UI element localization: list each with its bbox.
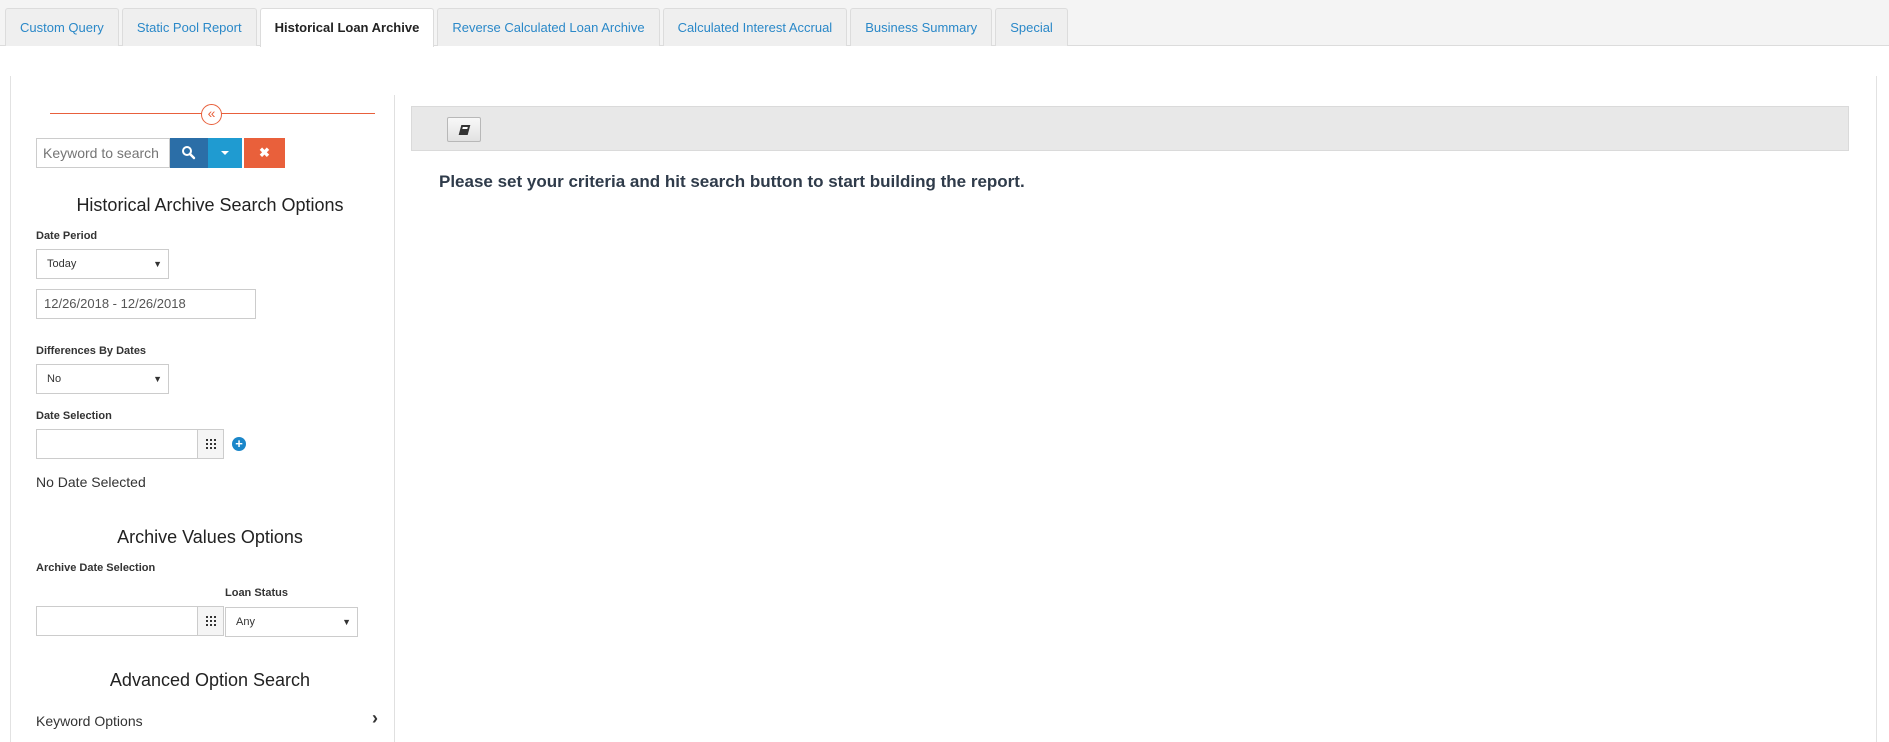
loan-status-value: Any	[236, 616, 255, 628]
caret-down-icon: ▼	[153, 259, 162, 269]
historical-options-title: Historical Archive Search Options	[76, 195, 344, 215]
advanced-option-search-title: Advanced Option Search	[109, 670, 311, 690]
date-period-value: Today	[47, 258, 77, 270]
report-book-button[interactable]	[447, 117, 481, 142]
tab-business-summary[interactable]: Business Summary	[850, 8, 993, 46]
tab-reverse-calculated-loan-archive[interactable]: Reverse Calculated Loan Archive	[437, 8, 660, 46]
search-input[interactable]	[36, 138, 170, 168]
search-options-dropdown-button[interactable]	[208, 138, 242, 168]
differences-by-dates-select[interactable]: No ▼	[36, 364, 169, 394]
calendar-grid-icon	[206, 439, 216, 449]
date-selection-input[interactable]	[36, 429, 198, 459]
differences-by-dates-label: Differences By Dates	[36, 345, 147, 357]
no-date-selected-text: No Date Selected	[36, 474, 146, 490]
tab-calculated-interest-accrual[interactable]: Calculated Interest Accrual	[662, 8, 848, 46]
book-icon	[458, 125, 471, 135]
caret-down-icon	[221, 151, 229, 155]
clear-search-button[interactable]: ✖	[244, 138, 285, 168]
date-selection-label: Date Selection	[36, 410, 112, 422]
archive-date-input[interactable]	[36, 606, 198, 636]
close-icon: ✖	[259, 145, 270, 160]
date-period-label: Date Period	[36, 230, 98, 242]
report-toolbar	[411, 106, 1849, 151]
date-selection-calendar-button[interactable]	[197, 429, 224, 459]
archive-values-title: Archive Values Options	[117, 527, 303, 547]
caret-down-icon: ▼	[342, 617, 351, 627]
tab-static-pool-report[interactable]: Static Pool Report	[121, 8, 257, 46]
search-button[interactable]	[170, 138, 208, 168]
tab-historical-loan-archive[interactable]: Historical Loan Archive	[259, 8, 435, 47]
add-date-icon[interactable]: +	[232, 437, 246, 451]
calendar-grid-icon	[206, 616, 216, 626]
archive-date-calendar-button[interactable]	[197, 606, 224, 636]
loan-status-select[interactable]: Any ▼	[225, 607, 358, 637]
frame-border-right	[1876, 76, 1877, 742]
caret-down-icon: ▼	[153, 374, 162, 384]
archive-date-selection-label: Archive Date Selection	[36, 562, 156, 574]
tab-bar: Custom Query Static Pool Report Historic…	[0, 0, 1889, 47]
double-chevron-left-icon[interactable]: «	[201, 104, 222, 125]
tab-custom-query[interactable]: Custom Query	[5, 8, 119, 46]
date-range-field[interactable]: 12/26/2018 - 12/26/2018	[36, 289, 256, 319]
date-period-select[interactable]: Today ▼	[36, 249, 169, 279]
tab-special[interactable]: Special	[995, 8, 1068, 46]
chevron-right-icon[interactable]: ›	[372, 708, 378, 729]
keyword-options-toggle[interactable]: Keyword Options	[36, 713, 143, 729]
tabs: Custom Query Static Pool Report Historic…	[5, 8, 1071, 47]
differences-value: No	[47, 373, 62, 385]
report-instructions: Please set your criteria and hit search …	[439, 172, 1025, 191]
loan-status-label: Loan Status	[225, 587, 288, 599]
search-icon	[182, 146, 196, 160]
